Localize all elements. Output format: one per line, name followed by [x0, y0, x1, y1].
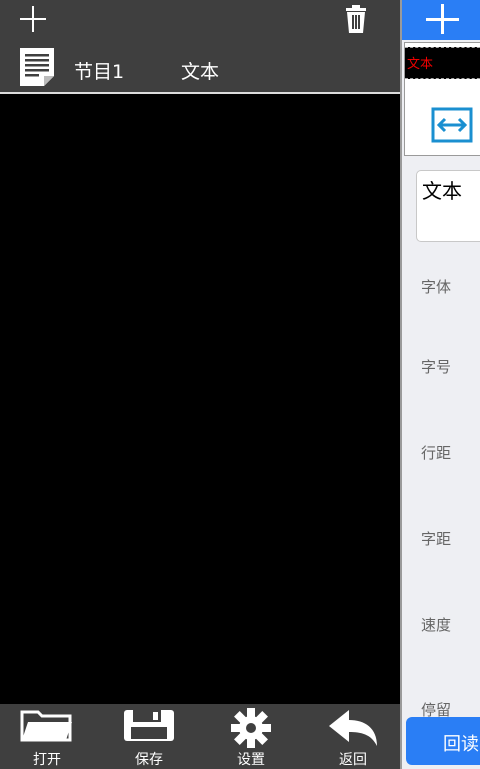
- save-button[interactable]: 保存: [104, 704, 194, 769]
- program-editor-pane: 节目1 文本 打开 保存 设置 返回: [0, 0, 400, 769]
- readback-label: 回读: [443, 734, 479, 755]
- add-item-button[interactable]: [402, 0, 480, 40]
- horizontal-swap-icon[interactable]: [431, 107, 473, 143]
- gear-icon: [231, 708, 271, 748]
- text-content-field[interactable]: 文本: [416, 170, 480, 242]
- bottom-toolbar: 打开 保存 设置 返回: [0, 704, 400, 769]
- line-spacing-label: 行距: [421, 444, 452, 462]
- back-button[interactable]: 返回: [308, 704, 398, 769]
- readback-button[interactable]: 回读: [406, 717, 480, 765]
- preview-canvas[interactable]: [0, 94, 400, 704]
- top-toolbar: [0, 0, 400, 41]
- floppy-disk-icon: [124, 710, 174, 741]
- program-name: 节目1: [74, 61, 125, 83]
- item-card[interactable]: 文本: [404, 42, 480, 156]
- back-label: 返回: [339, 752, 367, 768]
- plus-icon[interactable]: [20, 6, 46, 32]
- trash-icon[interactable]: [344, 5, 368, 33]
- open-label: 打开: [33, 752, 61, 768]
- font-size-label: 字号: [421, 358, 452, 376]
- settings-button[interactable]: 设置: [206, 704, 296, 769]
- item-thumbnail: 文本: [405, 47, 480, 79]
- save-label: 保存: [135, 752, 163, 768]
- back-arrow-icon: [329, 710, 377, 746]
- font-label: 字体: [421, 278, 452, 296]
- speed-label: 速度: [421, 616, 452, 634]
- program-type: 文本: [181, 61, 220, 83]
- program-row[interactable]: 节目1 文本: [0, 41, 400, 94]
- open-button[interactable]: 打开: [2, 704, 92, 769]
- text-content-value: 文本: [422, 179, 462, 203]
- properties-panel: 文本 文本 字体 字号 行距 字距 速度 停留 回读: [400, 0, 480, 769]
- document-icon: [20, 48, 54, 86]
- folder-open-icon: [20, 710, 72, 742]
- thumbnail-text: 文本: [407, 57, 434, 72]
- settings-label: 设置: [237, 752, 265, 768]
- char-spacing-label: 字距: [421, 530, 452, 548]
